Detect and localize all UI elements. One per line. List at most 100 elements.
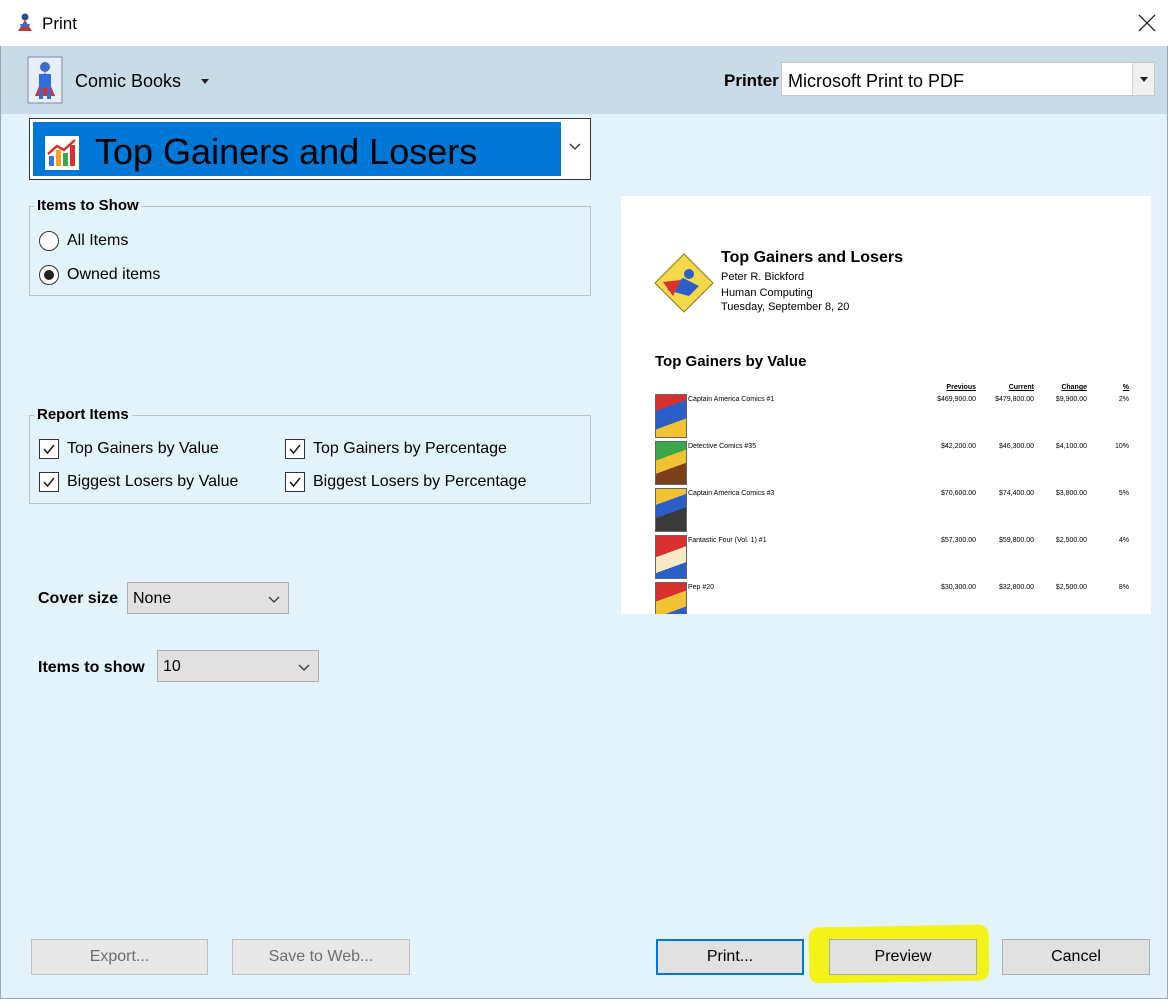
radio-all-items-label: All Items bbox=[67, 232, 129, 249]
preview-row-name: Captain America Comics #3 bbox=[688, 490, 775, 497]
preview-row-name: Captain America Comics #1 bbox=[688, 396, 775, 403]
preview-header-pct: % bbox=[1122, 384, 1129, 391]
save-to-web-button[interactable]: Save to Web... bbox=[232, 939, 410, 975]
items-to-show-select[interactable]: 10 bbox=[157, 650, 319, 682]
preview-row-current: $59,800.00 bbox=[998, 537, 1034, 544]
checkmark-icon bbox=[43, 477, 55, 488]
radio-button[interactable] bbox=[39, 231, 59, 251]
preview-button[interactable]: Preview bbox=[829, 939, 977, 975]
preview-row: Pep #20 $30,300.00 $32,800.00 $2,500.00 … bbox=[653, 582, 1133, 614]
checkbox[interactable] bbox=[39, 439, 59, 459]
collection-dropdown-icon[interactable] bbox=[201, 79, 209, 84]
preview-header-current: Current bbox=[1008, 384, 1034, 391]
preview-author: Peter R. Bickford bbox=[721, 271, 805, 283]
checkbox-biggest-losers-percentage[interactable]: Biggest Losers by Percentage bbox=[285, 472, 526, 492]
chevron-down-icon[interactable] bbox=[298, 661, 310, 673]
radio-owned-items[interactable]: Owned items bbox=[39, 265, 160, 285]
preview-title: Top Gainers and Losers bbox=[721, 249, 903, 266]
checkbox-label: Biggest Losers by Percentage bbox=[313, 473, 527, 490]
radio-button-selected[interactable] bbox=[39, 265, 59, 285]
items-to-show-label: Items to show bbox=[38, 659, 145, 676]
app-icon bbox=[18, 13, 32, 31]
checkbox-biggest-losers-value[interactable]: Biggest Losers by Value bbox=[39, 472, 238, 492]
checkbox-label: Top Gainers by Percentage bbox=[313, 440, 507, 457]
preview-row-previous: $70,600.00 bbox=[940, 490, 976, 497]
preview-row-current: $32,800.00 bbox=[998, 584, 1034, 591]
checkbox-label: Top Gainers by Value bbox=[67, 440, 219, 457]
items-to-show-value: 10 bbox=[163, 658, 181, 675]
printer-value: Microsoft Print to PDF bbox=[788, 71, 965, 91]
title-bar: Print bbox=[0, 0, 1168, 46]
preview-row-change: $2,500.00 bbox=[1055, 537, 1087, 544]
preview-row: Fantastic Four (Vol. 1) #1 $57,300.00 $5… bbox=[653, 535, 1133, 582]
checkbox[interactable] bbox=[39, 472, 59, 492]
report-selection-highlight: Top Gainers and Losers bbox=[33, 122, 561, 176]
comic-cover-image bbox=[655, 441, 687, 485]
radio-all-items[interactable]: All Items bbox=[39, 231, 128, 251]
export-button[interactable]: Export... bbox=[31, 939, 208, 975]
items-to-show-title: Items to Show bbox=[34, 197, 142, 214]
checkbox[interactable] bbox=[285, 439, 305, 459]
checkmark-icon bbox=[289, 477, 301, 488]
preview-row-name: Fantastic Four (Vol. 1) #1 bbox=[688, 537, 767, 544]
cancel-button[interactable]: Cancel bbox=[1002, 939, 1150, 975]
preview-date: Tuesday, September 8, 20 bbox=[721, 301, 850, 313]
cover-size-value: None bbox=[133, 590, 172, 607]
cover-size-select[interactable]: None bbox=[127, 582, 289, 614]
preview-header-previous: Previous bbox=[946, 384, 976, 391]
preview-row-change: $9,900.00 bbox=[1055, 396, 1087, 403]
window-title: Print bbox=[42, 14, 77, 33]
preview-row: Captain America Comics #1 $469,900.00 $4… bbox=[653, 394, 1133, 441]
report-select[interactable]: Top Gainers and Losers bbox=[29, 118, 591, 180]
items-to-show-group: Items to Show All Items Owned items bbox=[29, 197, 591, 296]
preview-row-change: $2,500.00 bbox=[1055, 584, 1087, 591]
close-icon bbox=[1138, 14, 1156, 32]
comic-cover-image bbox=[655, 535, 687, 579]
report-items-group: Report Items Top Gainers by Value Top Ga… bbox=[29, 406, 591, 504]
cover-size-label: Cover size bbox=[38, 590, 119, 607]
comic-collection-icon bbox=[27, 56, 63, 104]
preview-row-change: $3,800.00 bbox=[1055, 490, 1087, 497]
printer-label: Printer bbox=[724, 71, 779, 90]
preview-row-pct: 10% bbox=[1114, 443, 1129, 450]
chevron-down-icon[interactable] bbox=[568, 139, 582, 153]
checkmark-icon bbox=[289, 444, 301, 455]
checkbox-label: Biggest Losers by Value bbox=[67, 473, 239, 490]
preview-row: Detective Comics #35 $42,200.00 $46,300.… bbox=[653, 441, 1133, 488]
collection-bar: Comic Books Printer Microsoft Print to P… bbox=[1, 46, 1167, 114]
preview-row-previous: $469,900.00 bbox=[937, 396, 976, 403]
collection-name[interactable]: Comic Books bbox=[75, 71, 181, 92]
print-button[interactable]: Print... bbox=[656, 939, 804, 975]
preview-row-name: Pep #20 bbox=[688, 584, 715, 591]
preview-row-previous: $42,200.00 bbox=[940, 443, 976, 450]
radio-owned-items-label: Owned items bbox=[67, 266, 161, 283]
preview-company: Human Computing bbox=[721, 287, 813, 299]
comic-logo-icon bbox=[654, 253, 714, 313]
dialog-body: Comic Books Printer Microsoft Print to P… bbox=[0, 46, 1168, 999]
printer-select[interactable]: Microsoft Print to PDF bbox=[781, 62, 1155, 96]
preview-section-title: Top Gainers by Value bbox=[655, 353, 807, 370]
printer-dropdown-icon[interactable] bbox=[1132, 63, 1154, 95]
preview-row: Captain America Comics #3 $70,600.00 $74… bbox=[653, 488, 1133, 535]
chart-icon bbox=[45, 136, 79, 170]
preview-row-current: $46,300.00 bbox=[998, 443, 1034, 450]
preview-row-change: $4,100.00 bbox=[1055, 443, 1087, 450]
close-button[interactable] bbox=[1132, 8, 1162, 38]
report-preview: Top Gainers and Losers Peter R. Bickford… bbox=[621, 196, 1151, 614]
checkbox-top-gainers-percentage[interactable]: Top Gainers by Percentage bbox=[285, 439, 507, 459]
preview-row-current: $479,800.00 bbox=[995, 396, 1034, 403]
preview-row-pct: 2% bbox=[1118, 396, 1129, 403]
preview-row-pct: 4% bbox=[1118, 537, 1129, 544]
checkmark-icon bbox=[43, 444, 55, 455]
checkbox[interactable] bbox=[285, 472, 305, 492]
preview-row-current: $74,400.00 bbox=[998, 490, 1034, 497]
chevron-down-icon[interactable] bbox=[268, 593, 280, 605]
preview-row-previous: $57,300.00 bbox=[940, 537, 976, 544]
preview-row-name: Detective Comics #35 bbox=[688, 443, 757, 450]
comic-cover-image bbox=[655, 582, 687, 614]
comic-cover-image bbox=[655, 394, 687, 438]
preview-row-previous: $30,300.00 bbox=[940, 584, 976, 591]
checkbox-top-gainers-value[interactable]: Top Gainers by Value bbox=[39, 439, 219, 459]
preview-header-change: Change bbox=[1061, 384, 1087, 391]
report-items-title: Report Items bbox=[34, 406, 132, 423]
